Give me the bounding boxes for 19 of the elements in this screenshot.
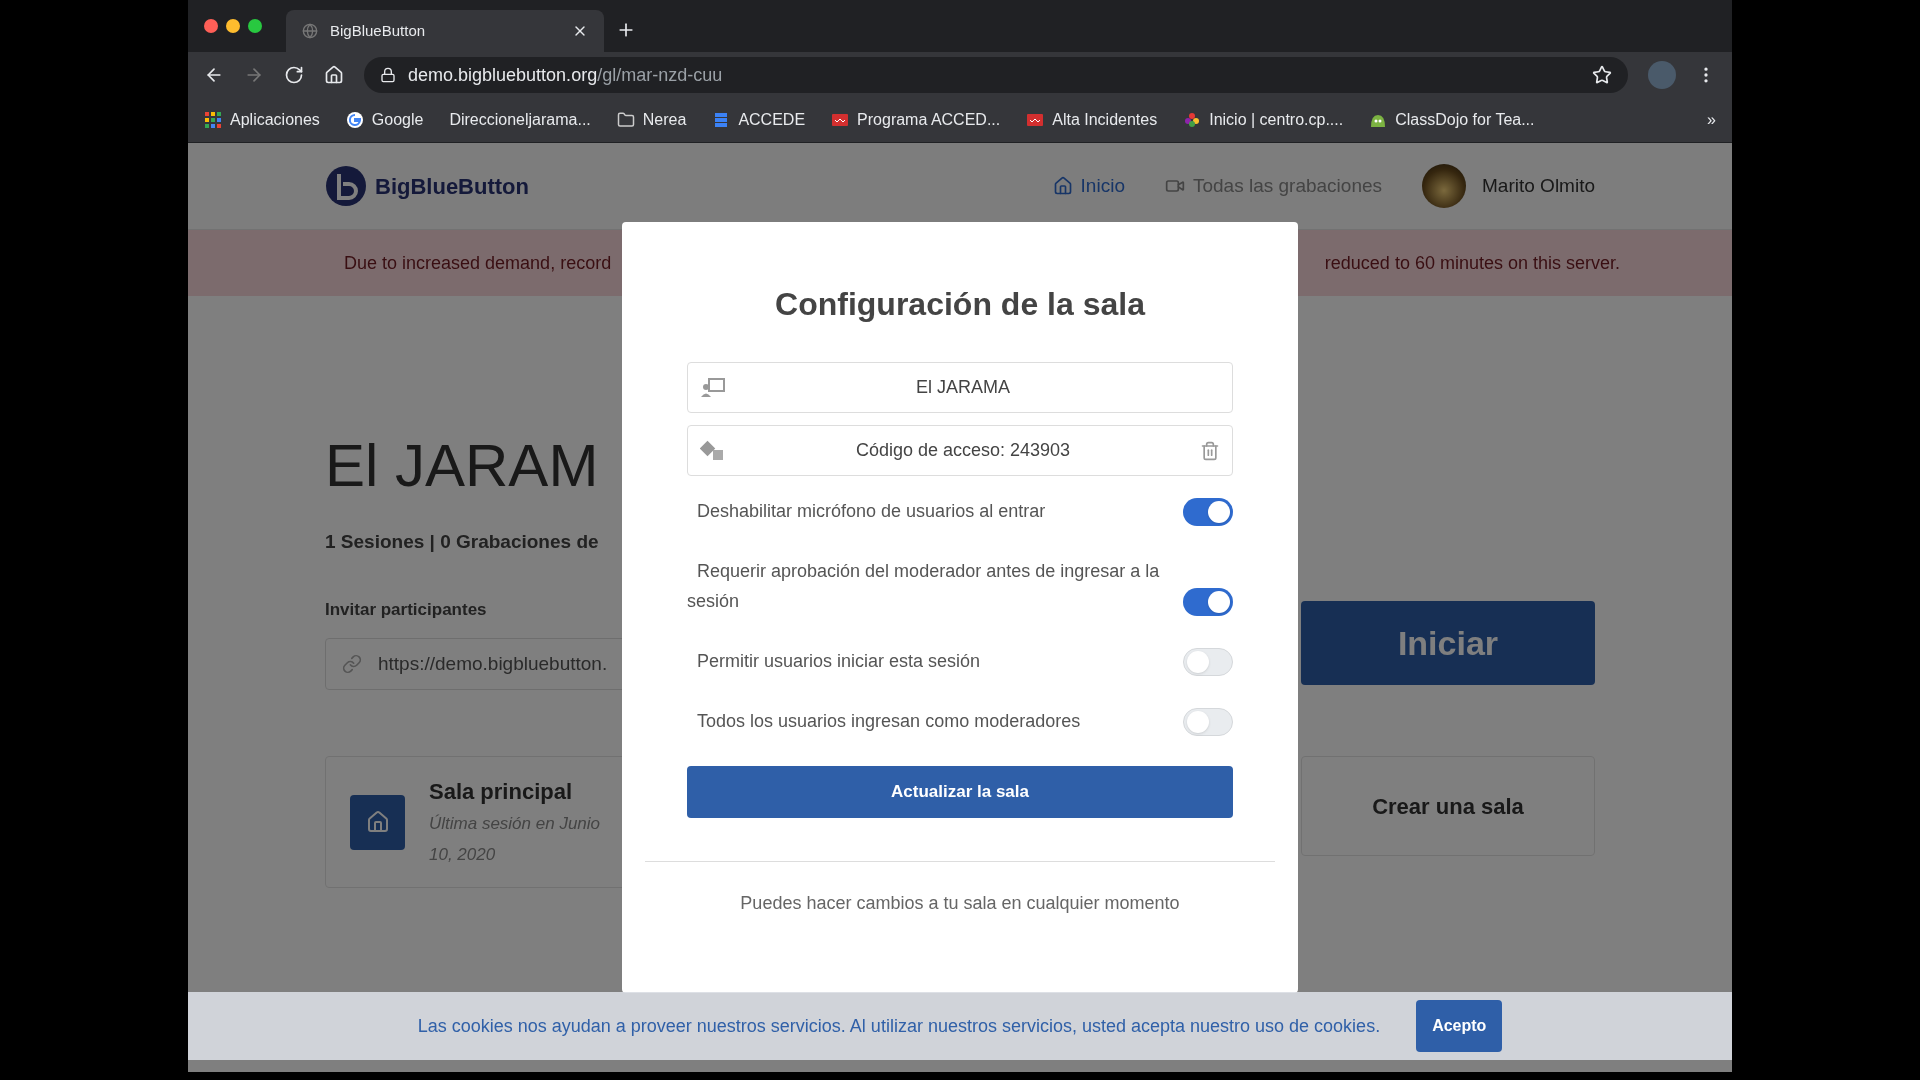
last-session: Última sesión en Junio 10, 2020	[429, 812, 602, 866]
dialog-title: Configuración de la sala	[775, 285, 1145, 324]
url-text: demo.bigbluebutton.org/gl/mar-nzd-cuu	[408, 63, 724, 87]
dialog-footnote: Puedes hacer cambios a tu sala en cualquier momento	[740, 892, 1180, 915]
room-stats: 1 Sesiones | 0 Grabaciones de	[325, 530, 599, 554]
field-value: El JARAMA	[915, 376, 1011, 399]
field-value: Código de acceso: 243903	[854, 439, 1072, 462]
banner-text: Due to increased demand, record	[344, 251, 612, 275]
logo-text: BigBlueButton	[375, 172, 529, 201]
invite-label: Invitar participantes	[325, 598, 487, 621]
tab-title: BigBlueButton	[330, 20, 427, 41]
banner-text: reduced to 60 minutes on this server.	[1324, 251, 1620, 275]
cookie-text: Las cookies nos ayudan a proveer nuestros servicios. Al utilizar nuestros servicios, usted acepta nuestro uso de cookies.	[417, 1014, 1381, 1038]
toggle-label: Permitir usuarios iniciar esta sesión	[696, 650, 982, 673]
toggle-label: Requerir aprobación del moderador antes de ingresar a la sesión	[687, 560, 1161, 613]
toggle-label: Todos los usuarios ingresan como moderadores	[696, 710, 1082, 733]
toggle-label: Deshabilitar micrófono de usuarios al entrar	[696, 500, 1047, 523]
room-name: Sala principal	[429, 777, 574, 806]
room-title: El JARAM	[325, 436, 599, 496]
